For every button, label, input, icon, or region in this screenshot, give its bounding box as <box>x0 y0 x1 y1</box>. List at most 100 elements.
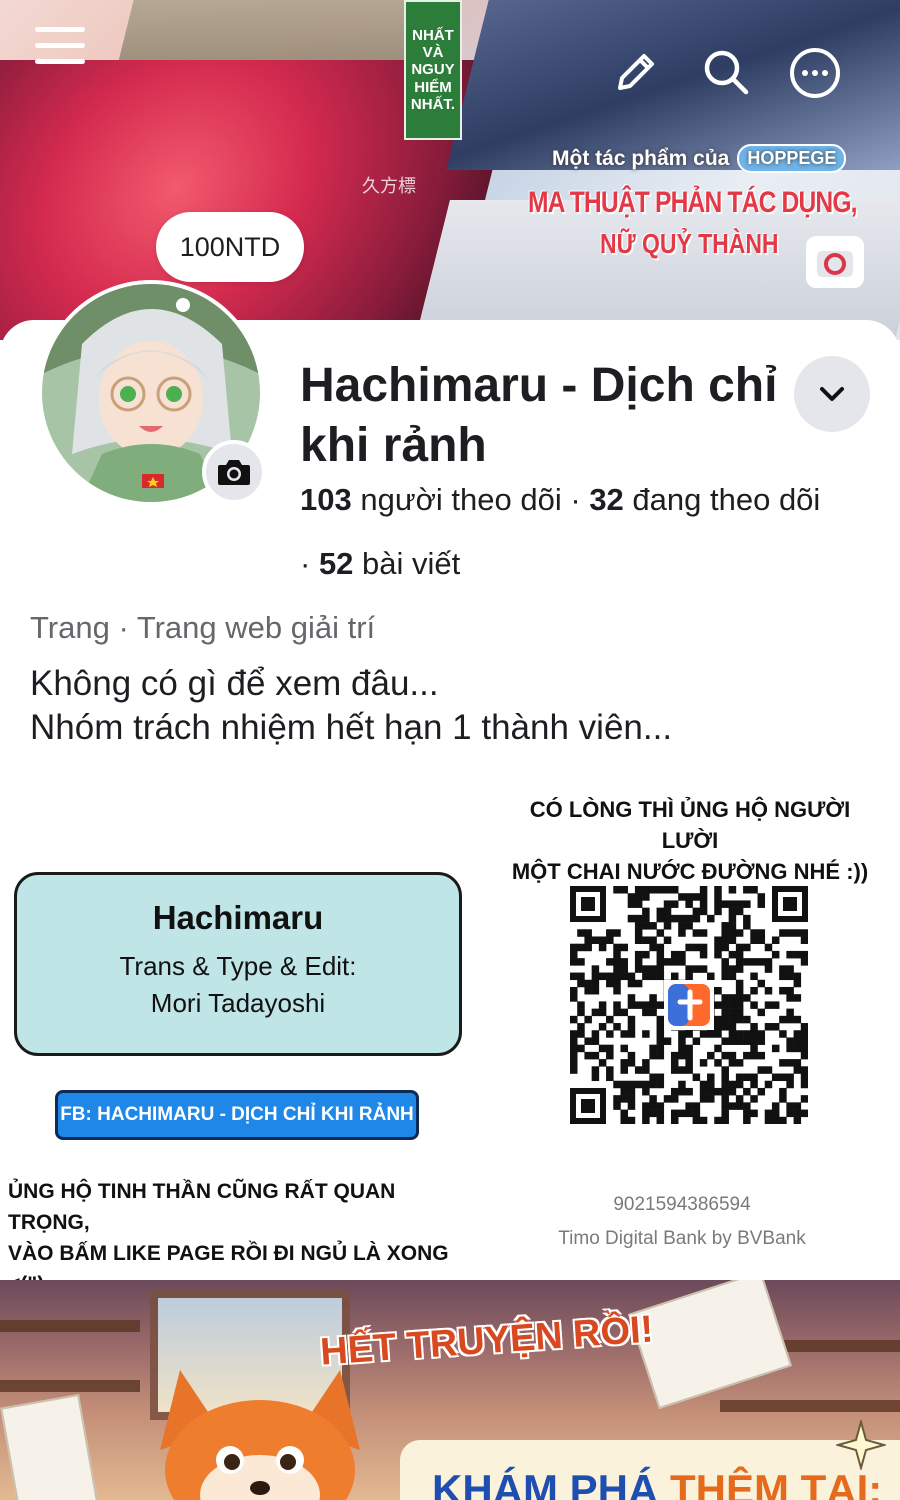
qr-module <box>613 950 621 959</box>
qr-module <box>634 1080 643 1089</box>
qr-module <box>699 950 708 959</box>
end-of-chapter-banner: HẾT TRUYỆN RỒI! KHÁM PHÁ THÊM TẠI: <box>0 1280 900 1500</box>
qr-module <box>735 986 744 995</box>
qr-module <box>649 1051 657 1060</box>
qr-module <box>757 1087 766 1096</box>
qr-module <box>735 958 744 966</box>
qr-module <box>764 965 773 973</box>
qr-module <box>649 994 657 1002</box>
qr-module <box>685 922 693 930</box>
qr-module <box>642 922 650 930</box>
following-link[interactable]: 32 đang theo dõi <box>589 482 820 517</box>
qr-module <box>570 1066 578 1074</box>
qr-module <box>606 936 614 944</box>
qr-module <box>649 1095 657 1103</box>
qr-module <box>786 1073 794 1082</box>
qr-module <box>757 979 766 988</box>
qr-module <box>678 1044 686 1053</box>
qr-module <box>692 965 701 973</box>
qr-module <box>771 1044 780 1053</box>
qr-module <box>613 1102 621 1110</box>
profile-switch-dropdown-button[interactable] <box>794 356 870 432</box>
qr-module <box>678 950 686 959</box>
qr-module <box>793 929 802 937</box>
qr-module <box>721 1073 729 1082</box>
menu-button[interactable] <box>30 18 90 74</box>
qr-module <box>591 965 600 973</box>
qr-module <box>656 1044 665 1053</box>
qr-module <box>685 893 693 901</box>
qr-module <box>764 986 773 995</box>
qr-module <box>685 914 693 923</box>
page-category: Trang · Trang web giải trí <box>30 610 376 645</box>
posts-link[interactable]: 52 bài viết <box>319 546 460 581</box>
page-title: Hachimaru - Dịch chỉ khi rảnh <box>300 359 778 472</box>
qr-module <box>743 943 751 952</box>
qr-module <box>728 907 737 916</box>
qr-module <box>750 929 758 937</box>
edit-cover-photo-button[interactable] <box>806 236 864 288</box>
qr-module <box>728 900 737 908</box>
more-icon <box>790 48 840 98</box>
qr-module <box>714 1116 722 1124</box>
qr-module <box>685 1066 693 1074</box>
qr-module <box>771 1109 780 1118</box>
qr-module <box>707 1095 715 1103</box>
qr-module <box>642 1059 650 1067</box>
qr-module <box>656 1080 665 1089</box>
search-button[interactable] <box>698 44 754 100</box>
qr-module <box>728 1051 737 1060</box>
qr-module <box>613 1001 621 1009</box>
qr-module <box>627 1059 636 1067</box>
qr-module <box>649 1001 657 1009</box>
qr-module <box>750 1001 758 1009</box>
bank-account-number: 9021594386594 <box>613 1194 751 1215</box>
qr-module <box>707 1051 715 1060</box>
qr-module <box>678 1051 686 1060</box>
following-label: đang theo dõi <box>632 482 821 517</box>
qr-module <box>779 1116 787 1124</box>
qr-module <box>642 914 650 923</box>
qr-module <box>779 1030 787 1038</box>
qr-module <box>721 1102 729 1110</box>
more-options-button[interactable] <box>786 44 844 102</box>
qr-module <box>663 1037 672 1045</box>
credit-member: Mori Tadayoshi <box>150 988 326 1018</box>
qr-module <box>786 1109 794 1118</box>
qr-module <box>577 1008 585 1017</box>
profile-note-bubble[interactable]: 100NTD <box>156 212 304 282</box>
qr-module <box>627 1087 636 1096</box>
qr-module <box>743 994 751 1002</box>
qr-module <box>656 1015 665 1024</box>
qr-module <box>714 1059 722 1067</box>
qr-module <box>721 1051 729 1060</box>
qr-module <box>800 1030 808 1038</box>
qr-module <box>728 1087 737 1096</box>
qr-module <box>620 965 628 973</box>
qr-module <box>591 986 600 995</box>
qr-module <box>779 1059 787 1067</box>
qr-module <box>721 1109 729 1118</box>
qr-module <box>800 1080 808 1089</box>
qr-module <box>771 1023 780 1031</box>
qr-module <box>714 1001 722 1009</box>
qr-module <box>699 1080 708 1089</box>
qr-module <box>793 950 802 959</box>
cover-credit-brand: HOPPEGE <box>737 144 847 173</box>
qr-module <box>613 958 621 966</box>
edit-profile-picture-button[interactable] <box>202 440 266 504</box>
qr-module <box>743 1030 751 1038</box>
qr-module <box>577 1044 585 1053</box>
qr-module <box>606 972 614 981</box>
qr-module <box>750 986 758 995</box>
note-bubble-tail <box>176 298 190 312</box>
qr-module <box>627 893 636 901</box>
edit-button[interactable] <box>608 44 664 100</box>
qr-module <box>620 1059 628 1067</box>
followers-link[interactable]: 103 người theo dõi <box>300 482 562 517</box>
qr-module <box>656 1030 665 1038</box>
qr-module <box>634 914 643 923</box>
qr-module <box>721 994 729 1002</box>
qr-module <box>699 907 708 916</box>
qr-module <box>627 900 636 908</box>
